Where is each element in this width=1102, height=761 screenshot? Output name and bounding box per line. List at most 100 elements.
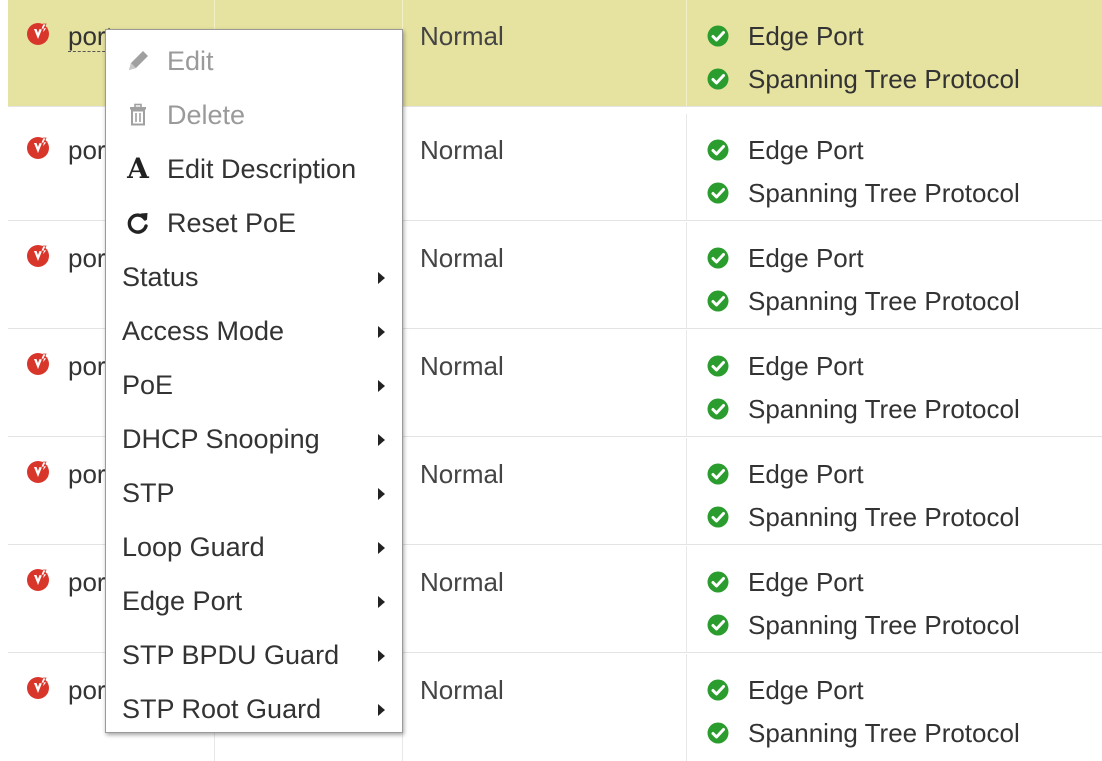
menu-item-label: Access Mode (122, 316, 285, 346)
mode-value: Normal (420, 135, 504, 165)
mode-cell: Normal (403, 438, 687, 544)
check-circle-icon (707, 722, 729, 744)
feature-label: Spanning Tree Protocol (748, 718, 1020, 748)
menu-item-label: Edit (167, 46, 214, 76)
feature-label: Spanning Tree Protocol (748, 286, 1020, 316)
port-down-icon (27, 23, 49, 45)
chevron-right-icon (378, 542, 385, 554)
mode-cell: Normal (403, 546, 687, 652)
menu-item-poe[interactable]: PoE (106, 358, 402, 412)
feature-label: Spanning Tree Protocol (748, 610, 1020, 640)
mode-value: Normal (420, 21, 504, 51)
port-name[interactable]: port (68, 567, 110, 597)
check-circle-icon (707, 247, 729, 269)
port-name[interactable]: port (68, 675, 110, 705)
port-down-icon (27, 353, 49, 375)
port-name[interactable]: port (68, 135, 110, 165)
menu-item-edge-port[interactable]: Edge Port (106, 574, 402, 628)
menu-item-label: Loop Guard (122, 532, 265, 562)
trash-icon (124, 101, 152, 129)
check-circle-icon (707, 68, 729, 90)
chevron-right-icon (378, 326, 385, 338)
check-circle-icon (707, 355, 729, 377)
port-name[interactable]: port (68, 243, 110, 273)
check-circle-icon (707, 398, 729, 420)
feature-label: Spanning Tree Protocol (748, 502, 1020, 532)
feature-label: Edge Port (748, 567, 864, 597)
mode-value: Normal (420, 567, 504, 597)
menu-item-reset-poe[interactable]: Reset PoE (106, 196, 402, 250)
port-name[interactable]: port (68, 459, 110, 489)
menu-item-status[interactable]: Status (106, 250, 402, 304)
context-menu: Edit Delete A Edit Description Reset PoE… (105, 29, 403, 733)
check-circle-icon (707, 182, 729, 204)
menu-item-edit-description[interactable]: A Edit Description (106, 142, 402, 196)
feature-label: Edge Port (748, 675, 864, 705)
feature-label: Spanning Tree Protocol (748, 64, 1020, 94)
chevron-right-icon (378, 704, 385, 716)
port-name[interactable]: port (68, 351, 110, 381)
menu-item-delete[interactable]: Delete (106, 88, 402, 142)
mode-cell: Normal (403, 114, 687, 220)
port-down-icon (27, 677, 49, 699)
menu-item-label: STP (122, 478, 175, 508)
menu-item-dhcp-snooping[interactable]: DHCP Snooping (106, 412, 402, 466)
chevron-right-icon (378, 596, 385, 608)
feature-label: Edge Port (748, 459, 864, 489)
mode-cell: Normal (403, 654, 687, 761)
pencil-icon (124, 47, 152, 75)
features-cell: Edge Port Spanning Tree Protocol (687, 114, 1102, 220)
port-down-icon (27, 569, 49, 591)
menu-item-loop-guard[interactable]: Loop Guard (106, 520, 402, 574)
mode-value: Normal (420, 243, 504, 273)
feature-label: Edge Port (748, 243, 864, 273)
check-circle-icon (707, 25, 729, 47)
mode-value: Normal (420, 459, 504, 489)
port-down-icon (27, 461, 49, 483)
mode-cell: Normal (403, 222, 687, 328)
chevron-right-icon (378, 434, 385, 446)
menu-item-stp[interactable]: STP (106, 466, 402, 520)
port-name[interactable]: port (68, 21, 110, 52)
port-down-icon (27, 137, 49, 159)
mode-value: Normal (420, 675, 504, 705)
check-circle-icon (707, 290, 729, 312)
menu-item-label: STP BPDU Guard (122, 640, 340, 670)
refresh-icon (124, 209, 152, 237)
menu-item-label: Delete (167, 100, 246, 130)
feature-label: Spanning Tree Protocol (748, 178, 1020, 208)
chevron-right-icon (378, 650, 385, 662)
features-cell: Edge Port Spanning Tree Protocol (687, 222, 1102, 328)
check-circle-icon (707, 506, 729, 528)
mode-cell: Normal (403, 0, 687, 106)
features-cell: Edge Port Spanning Tree Protocol (687, 0, 1102, 106)
menu-item-stp-root-guard[interactable]: STP Root Guard (106, 682, 402, 736)
feature-label: Edge Port (748, 21, 864, 51)
features-cell: Edge Port Spanning Tree Protocol (687, 330, 1102, 436)
menu-item-edit[interactable]: Edit (106, 34, 402, 88)
check-circle-icon (707, 614, 729, 636)
feature-label: Edge Port (748, 135, 864, 165)
menu-item-label: Reset PoE (167, 208, 297, 238)
feature-label: Spanning Tree Protocol (748, 394, 1020, 424)
features-cell: Edge Port Spanning Tree Protocol (687, 546, 1102, 652)
menu-item-label: Status (122, 262, 199, 292)
mode-value: Normal (420, 351, 504, 381)
menu-item-access-mode[interactable]: Access Mode (106, 304, 402, 358)
check-circle-icon (707, 139, 729, 161)
check-circle-icon (707, 679, 729, 701)
features-cell: Edge Port Spanning Tree Protocol (687, 438, 1102, 544)
menu-item-stp-bpdu-guard[interactable]: STP BPDU Guard (106, 628, 402, 682)
menu-item-label: Edge Port (122, 586, 243, 616)
menu-item-label: PoE (122, 370, 174, 400)
features-cell: Edge Port Spanning Tree Protocol (687, 654, 1102, 761)
menu-item-label: STP Root Guard (122, 694, 322, 724)
check-circle-icon (707, 463, 729, 485)
mode-cell: Normal (403, 330, 687, 436)
menu-item-label: DHCP Snooping (122, 424, 320, 454)
chevron-right-icon (378, 488, 385, 500)
port-down-icon (27, 245, 49, 267)
chevron-right-icon (378, 380, 385, 392)
chevron-right-icon (378, 272, 385, 284)
menu-item-label: Edit Description (167, 154, 357, 184)
